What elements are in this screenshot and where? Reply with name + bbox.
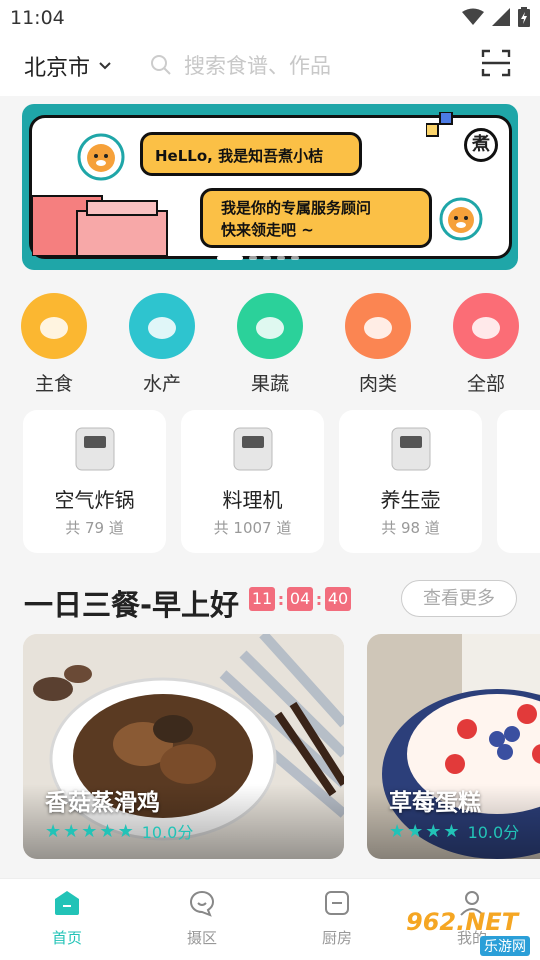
appliance-name: 料理机 [222, 488, 283, 512]
appliance-name: 养生壶 [380, 488, 441, 512]
appliance-card-partial[interactable] [497, 410, 540, 553]
city-label: 北京市 [24, 56, 91, 81]
decor-squares [426, 112, 453, 137]
category-all[interactable]: 全部 [452, 293, 520, 396]
category-label: 全部 [466, 373, 505, 395]
home-icon [55, 891, 79, 915]
fish-icon [129, 293, 195, 359]
recipe-name: 草莓蛋糕 [389, 790, 481, 816]
recipe-rating: ★ ★ ★ ★ ★ 10.0分 [45, 819, 193, 843]
blender-image [218, 422, 288, 474]
category-label: 水产 [142, 373, 181, 395]
watermark-sub: 乐游网 [480, 936, 530, 956]
appliance-name: 空气炸锅 [54, 488, 135, 512]
star-icon: ★ [389, 820, 406, 842]
status-icons [462, 7, 530, 27]
timer-separator: : [277, 589, 285, 609]
all-icon [453, 293, 519, 359]
star-icon: ★ [81, 820, 98, 842]
section-title: 一日三餐-早上好 [24, 588, 240, 622]
bun-icon [21, 293, 87, 359]
banner-card: HeLLo, 我是知吾煮小桔 我是你的专属服务顾问 快来领走吧 ~ 煮 [29, 112, 512, 259]
signal-icon [492, 8, 510, 26]
timer-hours: 11 [249, 587, 275, 611]
meat-icon [345, 293, 411, 359]
pagination-dot [291, 256, 299, 260]
appliance-count: 共 79 道 [65, 519, 124, 537]
brand-logo: 煮 [464, 128, 498, 162]
star-icon: ★ [99, 820, 116, 842]
kitchen-icon [325, 891, 349, 915]
appliance-card-air-fryer[interactable]: 空气炸锅共 79 道 [23, 410, 166, 553]
scan-icon[interactable] [480, 47, 512, 79]
recipe-card[interactable]: 草莓蛋糕 ★ ★ ★ ★ 10.0分 [367, 634, 540, 859]
status-time: 11:04 [10, 7, 65, 29]
city-selector[interactable]: 北京市 [24, 50, 112, 82]
star-icon: ★ [63, 820, 80, 842]
intro-line-1: 我是你的专属服务顾问 [221, 199, 372, 217]
pagination-dot [277, 256, 285, 260]
star-icon: ★ [117, 820, 134, 842]
category-fish[interactable]: 水产 [128, 293, 196, 396]
mascot-avatar-2 [439, 197, 483, 241]
star-icon: ★ [443, 820, 460, 842]
star-icon: ★ [407, 820, 424, 842]
countdown-timer: 11 : 04 : 40 [249, 587, 351, 611]
wifi-icon [462, 8, 484, 25]
see-more-button[interactable]: 查看更多 [401, 580, 517, 617]
status-bar: 11:04 [0, 0, 540, 36]
search-input[interactable]: 搜索食谱、作品 [150, 50, 331, 80]
timer-seconds: 40 [325, 587, 351, 611]
promo-banner[interactable]: HeLLo, 我是知吾煮小桔 我是你的专属服务顾问 快来领走吧 ~ 煮 [22, 104, 518, 270]
chevron-down-icon [99, 62, 111, 70]
timer-separator: : [315, 589, 323, 609]
category-label: 肉类 [358, 373, 397, 395]
battery-icon [518, 7, 530, 27]
pagination-dot [249, 256, 257, 260]
category-bun[interactable]: 主食 [20, 293, 88, 396]
nav-label: 摄区 [186, 929, 217, 947]
star-icon: ★ [45, 820, 62, 842]
fruit-icon [237, 293, 303, 359]
search-placeholder: 搜索食谱、作品 [184, 54, 331, 78]
watermark-brand: 962.NET [406, 908, 519, 936]
site-watermark: 962.NET 乐游网 [402, 908, 536, 956]
category-meat[interactable]: 肉类 [344, 293, 412, 396]
pagination-dot [217, 256, 243, 260]
mascot-avatar [77, 133, 125, 181]
recipe-name: 香菇蒸滑鸡 [45, 790, 160, 816]
nav-label: 厨房 [321, 929, 352, 947]
greeting-bubble: HeLLo, 我是知吾煮小桔 [140, 132, 362, 176]
category-fruit[interactable]: 果蔬 [236, 293, 304, 396]
kettle-image [376, 422, 446, 474]
recipe-card[interactable]: 香菇蒸滑鸡 ★ ★ ★ ★ ★ 10.0分 [23, 634, 344, 859]
nav-item-home[interactable]: 首页 [27, 889, 107, 948]
nav-item-community[interactable]: 摄区 [162, 889, 242, 948]
banner-pagination [217, 256, 299, 260]
intro-bubble: 我是你的专属服务顾问 快来领走吧 ~ [200, 188, 432, 248]
chat-icon [189, 890, 215, 917]
intro-line-2: 快来领走吧 ~ [221, 221, 314, 239]
header: 北京市 搜索食谱、作品 [0, 36, 540, 96]
category-label: 主食 [34, 373, 73, 395]
appliance-count: 共 1007 道 [213, 519, 292, 537]
category-label: 果蔬 [250, 373, 289, 395]
appliance-card-blender[interactable]: 料理机共 1007 道 [181, 410, 324, 553]
nav-label: 首页 [51, 929, 82, 947]
gift-box-illustration [32, 195, 168, 256]
appliance-card-kettle[interactable]: 养生壶共 98 道 [339, 410, 482, 553]
pagination-dot [263, 256, 271, 260]
recipe-score: 10.0分 [141, 823, 194, 842]
recipe-rating: ★ ★ ★ ★ 10.0分 [389, 819, 519, 843]
star-icon: ★ [425, 820, 442, 842]
timer-minutes: 04 [287, 587, 313, 611]
recipe-score: 10.0分 [467, 823, 520, 842]
air-fryer-image [60, 422, 130, 474]
appliance-count: 共 98 道 [381, 519, 440, 537]
search-icon [151, 55, 171, 75]
nav-item-kitchen[interactable]: 厨房 [297, 889, 377, 948]
